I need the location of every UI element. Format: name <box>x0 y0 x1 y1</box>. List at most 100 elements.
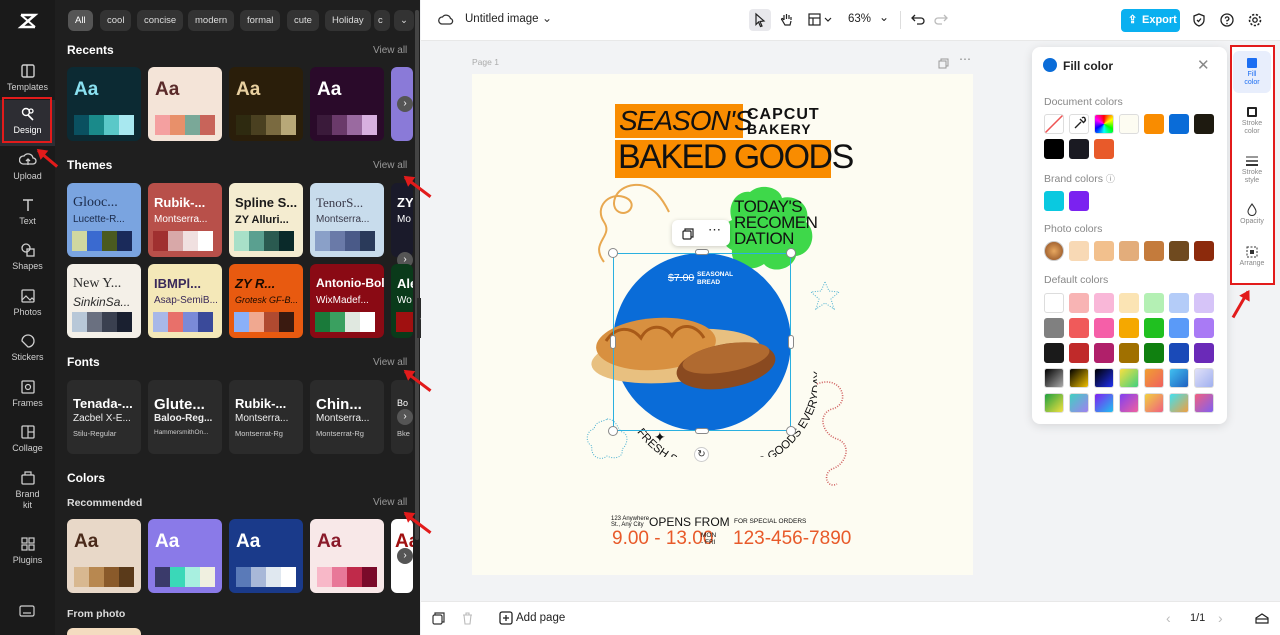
eyedropper-icon[interactable] <box>1069 114 1089 134</box>
layout-dropdown[interactable] <box>807 11 837 29</box>
font-card[interactable]: Chin... Montserra... Montserrat-Rg <box>310 380 384 454</box>
recent-card[interactable]: Aa <box>148 67 222 141</box>
photo-swatch[interactable] <box>1069 241 1089 261</box>
shield-button[interactable] <box>1191 12 1207 28</box>
layers-button[interactable] <box>1255 611 1269 625</box>
hours-text[interactable]: 9.00 - 13.00 <box>612 528 713 550</box>
default-swatch[interactable] <box>1144 293 1164 313</box>
default-swatch[interactable] <box>1169 393 1189 413</box>
chip-concise[interactable]: concise <box>137 10 184 31</box>
chip-all[interactable]: All <box>68 10 93 31</box>
default-swatch[interactable] <box>1119 343 1139 363</box>
keyboard-icon[interactable] <box>19 604 35 617</box>
stroke-style-tool[interactable]: Stroke style <box>1233 149 1271 191</box>
resize-handle[interactable] <box>788 335 794 349</box>
document-swatch[interactable] <box>1194 114 1214 134</box>
more-options-icon[interactable]: ⋯ <box>708 222 721 238</box>
baked-goods-text[interactable]: BAKED GOODS <box>618 138 854 177</box>
cloud-save-icon[interactable] <box>438 12 454 28</box>
color-card[interactable]: Aa <box>310 519 384 593</box>
theme-card[interactable]: ZY Mo <box>391 183 413 257</box>
default-swatch[interactable] <box>1044 318 1064 338</box>
opacity-tool[interactable]: Opacity <box>1233 197 1271 239</box>
color-card[interactable]: Aa <box>229 519 303 593</box>
theme-card[interactable]: Rubik-... Montserra... <box>148 183 222 257</box>
photo-swatch[interactable] <box>1094 241 1114 261</box>
theme-card[interactable]: New Y... SinkinSa... <box>67 264 141 338</box>
theme-card[interactable]: TenorS... Montserra... <box>310 183 384 257</box>
font-card[interactable]: Glute... Baloo-Reg... HammersmithOn... <box>148 380 222 454</box>
capcut-logo-icon[interactable] <box>17 10 39 32</box>
undo-button[interactable] <box>909 12 925 28</box>
document-title[interactable]: Untitled image <box>465 13 539 25</box>
brand-line-2[interactable]: BAKERY <box>747 121 812 137</box>
days-text[interactable]: MON - FRI <box>701 532 716 546</box>
document-swatch[interactable] <box>1119 114 1139 134</box>
next-page-icon[interactable]: › <box>1218 610 1223 626</box>
resize-handle[interactable] <box>610 335 616 349</box>
photo-thumbnail-swatch[interactable] <box>1044 241 1064 261</box>
help-button[interactable] <box>1219 12 1235 28</box>
colors-view-all[interactable]: View all <box>373 497 407 508</box>
zoom-chevron-down-icon[interactable]: ⌄ <box>879 10 889 24</box>
fonts-next-button[interactable]: › <box>397 409 413 425</box>
prev-page-icon[interactable]: ‹ <box>1166 610 1171 626</box>
phone-text[interactable]: 123-456-7890 <box>733 528 851 550</box>
headline-group[interactable]: SEASON'S CAPCUT BAKERY BAKED GOODS <box>615 104 854 178</box>
export-button[interactable]: ⇪ Export <box>1121 9 1180 32</box>
add-page-icon[interactable] <box>499 611 513 625</box>
resize-handle[interactable] <box>695 249 709 255</box>
chip-more[interactable]: c <box>374 10 390 31</box>
color-card[interactable]: Aa <box>67 519 141 593</box>
brand-swatch[interactable] <box>1044 191 1064 211</box>
close-icon[interactable]: ✕ <box>1197 56 1210 74</box>
chip-modern[interactable]: modern <box>188 10 235 31</box>
default-swatch[interactable] <box>1094 393 1114 413</box>
photo-swatch[interactable] <box>1169 241 1189 261</box>
chip-holiday[interactable]: Holiday <box>325 10 371 31</box>
default-swatch[interactable] <box>1169 368 1189 388</box>
theme-card[interactable]: Ale Wo <box>391 264 413 338</box>
recents-view-all[interactable]: View all <box>373 45 407 56</box>
page-more-icon[interactable]: ⋯ <box>959 52 971 66</box>
document-swatch[interactable] <box>1144 114 1164 134</box>
add-page-button[interactable]: Add page <box>516 612 565 624</box>
copy-page-icon[interactable] <box>432 612 445 625</box>
default-swatch[interactable] <box>1144 343 1164 363</box>
document-swatch[interactable] <box>1094 139 1114 159</box>
default-swatch[interactable] <box>1069 393 1089 413</box>
hand-tool-button[interactable] <box>776 9 798 31</box>
duplicate-page-icon[interactable] <box>938 56 949 69</box>
seasons-text[interactable]: SEASON'S <box>619 105 753 137</box>
document-swatch[interactable] <box>1069 139 1089 159</box>
brand-swatch[interactable] <box>1069 191 1089 211</box>
rail-item-photos[interactable]: Photos <box>0 282 55 328</box>
rail-item-upload[interactable]: Upload <box>0 146 55 192</box>
address-text[interactable]: 123 Anywhere St., Any City <box>611 516 649 528</box>
rail-item-frames[interactable]: Frames <box>0 373 55 419</box>
colors-next-button[interactable]: › <box>397 548 413 564</box>
default-swatch[interactable] <box>1094 368 1114 388</box>
zoom-level[interactable]: 63% <box>848 13 871 25</box>
theme-card[interactable]: IBMPl... Asap-SemiB... <box>148 264 222 338</box>
rail-item-brand-kit[interactable]: Brand kit <box>0 464 55 516</box>
theme-card[interactable]: Glooc... Lucette-R... <box>67 183 141 257</box>
title-chevron-down-icon[interactable]: ⌄ <box>542 11 552 25</box>
photo-color-card[interactable] <box>67 628 141 635</box>
chip-cool[interactable]: cool <box>100 10 132 31</box>
default-swatch[interactable] <box>1194 293 1214 313</box>
resize-handle[interactable] <box>786 248 796 258</box>
default-swatch[interactable] <box>1169 343 1189 363</box>
recommendation-text[interactable]: TODAY'S RECOMEN DATION <box>734 198 818 247</box>
stroke-color-tool[interactable]: Stroke color <box>1233 100 1271 142</box>
no-fill-swatch[interactable] <box>1044 114 1064 134</box>
select-tool-button[interactable] <box>749 9 771 31</box>
rail-item-collage[interactable]: Collage <box>0 418 55 464</box>
default-swatch[interactable] <box>1044 368 1064 388</box>
font-card[interactable]: Tenada-... Zacbel X-E... Stilu-Regular <box>67 380 141 454</box>
rail-item-stickers[interactable]: Stickers <box>0 327 55 373</box>
default-swatch[interactable] <box>1194 368 1214 388</box>
chips-expand-button[interactable]: ⌄ <box>394 10 414 31</box>
recent-card[interactable]: Aa <box>229 67 303 141</box>
trash-icon[interactable] <box>461 612 474 625</box>
